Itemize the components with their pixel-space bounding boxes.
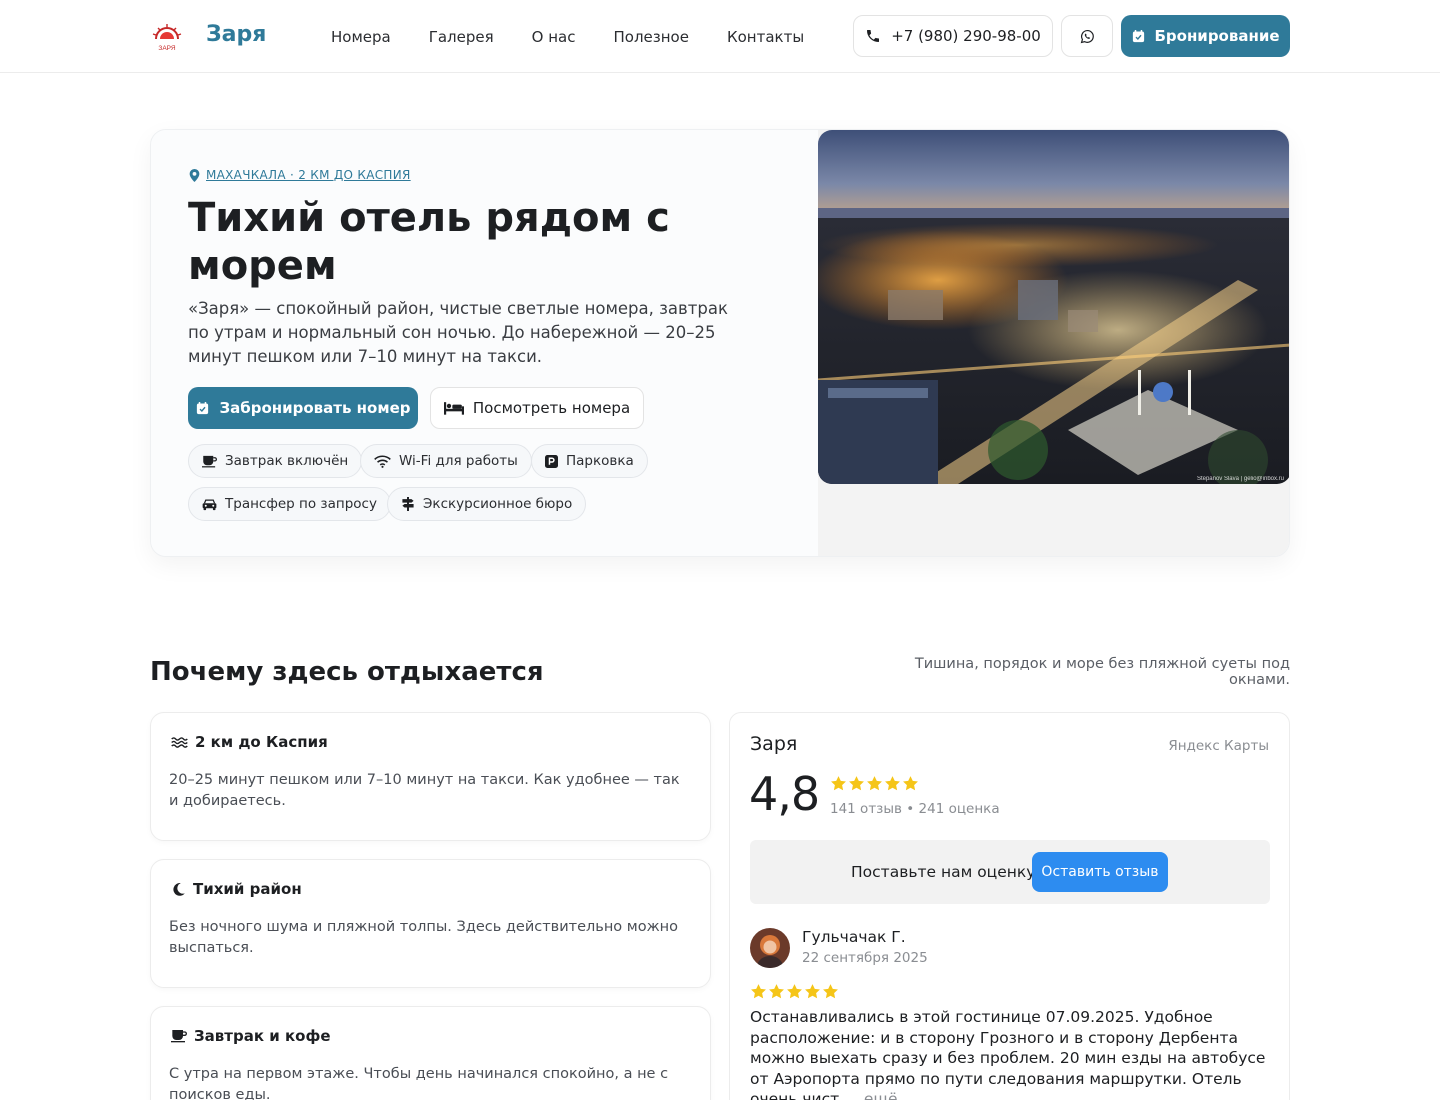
calendar-check-icon bbox=[197, 401, 209, 414]
nav-item-useful[interactable]: Полезное bbox=[613, 28, 688, 46]
chip-label: Завтрак включён bbox=[225, 453, 349, 469]
chip-excursions: Экскурсионное бюро bbox=[387, 487, 587, 521]
feature-card-quiet: Тихий район Без ночного шума и пляжной т… bbox=[150, 859, 711, 988]
svg-text:Stepanov Slava | gelio@inbox.r: Stepanov Slava | gelio@inbox.ru bbox=[1197, 476, 1284, 482]
reviewer-name[interactable]: Гульчачак Г. bbox=[802, 928, 906, 946]
feature-text: С утра на первом этаже. Чтобы день начин… bbox=[169, 1066, 669, 1100]
feature-title: 2 км до Каспия bbox=[195, 733, 328, 751]
feature-heading: Тихий район bbox=[171, 880, 302, 898]
star-icon bbox=[823, 984, 838, 999]
rate-us-panel: Поставьте нам оценку Оставить отзыв bbox=[750, 840, 1270, 904]
hero-title: Тихий отель рядом с морем bbox=[188, 195, 670, 289]
booking-button-label: Бронирование bbox=[1154, 27, 1280, 45]
review-text: Останавливались в этой гостинице 07.09.2… bbox=[750, 1007, 1275, 1100]
bed-icon bbox=[443, 402, 464, 415]
widget-source-link[interactable]: Яндекс Карты bbox=[1168, 738, 1269, 754]
chip-wifi: Wi-Fi для работы bbox=[360, 444, 532, 478]
star-icon bbox=[769, 984, 784, 999]
chip-label: Экскурсионное бюро bbox=[423, 496, 573, 512]
chip-breakfast: Завтрак включён bbox=[188, 444, 363, 478]
nav-item-gallery[interactable]: Галерея bbox=[429, 28, 494, 46]
booking-button[interactable]: Бронирование bbox=[1121, 15, 1290, 57]
svg-text:ЗАРЯ: ЗАРЯ bbox=[158, 45, 175, 52]
review-date: 22 сентября 2025 bbox=[802, 950, 928, 966]
site-header: ЗАРЯ Заря Номера Галерея О нас Полезное … bbox=[0, 0, 1440, 73]
nav-item-contacts[interactable]: Контакты bbox=[727, 28, 804, 46]
feature-text: Без ночного шума и пляжной толпы. Здесь … bbox=[169, 919, 679, 956]
feature-card-sea: 2 км до Каспия 20–25 минут пешком или 7–… bbox=[150, 712, 711, 841]
star-icon bbox=[885, 776, 900, 791]
feature-title: Завтрак и кофе bbox=[194, 1027, 331, 1045]
location-link[interactable]: МАХАЧКАЛА · 2 КМ ДО КАСПИЯ bbox=[189, 168, 411, 182]
rating-stars bbox=[830, 775, 919, 792]
yandex-review-widget: Заря Яндекс Карты 4,8 141 отзыв • 241 оц… bbox=[729, 712, 1290, 1100]
rating-counts: 141 отзыв • 241 оценка bbox=[830, 801, 1000, 817]
section-title: Почему здесь отдыхается bbox=[150, 657, 544, 687]
chip-label: Трансфер по запросу bbox=[225, 496, 377, 512]
phone-button[interactable]: +7 (980) 290-98-00 bbox=[853, 15, 1053, 57]
feature-card-breakfast: Завтрак и кофе С утра на первом этаже. Ч… bbox=[150, 1006, 711, 1100]
star-icon bbox=[805, 984, 820, 999]
reviewer-avatar[interactable] bbox=[750, 928, 790, 968]
moon-icon bbox=[173, 882, 185, 896]
waves-icon bbox=[171, 736, 188, 748]
hero-description: «Заря» — спокойный район, чистые светлые… bbox=[188, 299, 728, 366]
rating-score: 4,8 bbox=[749, 767, 820, 821]
nav-item-rooms[interactable]: Номера bbox=[331, 28, 391, 46]
feature-title: Тихий район bbox=[193, 880, 302, 898]
whatsapp-icon bbox=[1080, 29, 1094, 43]
map-pin-icon bbox=[189, 168, 200, 182]
review-ellipsis: ... bbox=[844, 1090, 859, 1100]
sunrise-logo-icon[interactable]: ЗАРЯ bbox=[150, 22, 184, 52]
review-body: Останавливались в этой гостинице 07.09.2… bbox=[750, 1008, 1266, 1100]
city-night-photo: Stepanov Slava | gelio@inbox.ru bbox=[818, 130, 1289, 484]
star-icon bbox=[867, 776, 882, 791]
view-rooms-label: Посмотреть номера bbox=[472, 399, 631, 417]
coffee-cup-icon bbox=[202, 455, 217, 467]
phone-number: +7 (980) 290-98-00 bbox=[891, 27, 1041, 45]
view-rooms-button[interactable]: Посмотреть номера bbox=[430, 387, 644, 429]
feature-heading: Завтрак и кофе bbox=[171, 1027, 331, 1045]
review-stars bbox=[750, 983, 839, 1000]
location-label: МАХАЧКАЛА · 2 КМ ДО КАСПИЯ bbox=[206, 168, 411, 182]
chip-label: Wi-Fi для работы bbox=[399, 453, 518, 469]
hero-image-panel: Stepanov Slava | gelio@inbox.ru bbox=[818, 130, 1289, 556]
whatsapp-button[interactable] bbox=[1061, 15, 1113, 57]
hero-card: МАХАЧКАЛА · 2 КМ ДО КАСПИЯ Тихий отель р… bbox=[150, 129, 1290, 557]
calendar-check-icon bbox=[1133, 29, 1145, 42]
star-icon bbox=[849, 776, 864, 791]
brand-name[interactable]: Заря bbox=[206, 22, 266, 47]
star-icon bbox=[903, 776, 918, 791]
read-more-link[interactable]: ещё bbox=[864, 1090, 898, 1100]
coffee-cup-icon bbox=[171, 1030, 187, 1043]
feature-heading: 2 км до Каспия bbox=[171, 733, 328, 751]
nav-item-about[interactable]: О нас bbox=[532, 28, 576, 46]
widget-hotel-name[interactable]: Заря bbox=[750, 733, 797, 755]
star-icon bbox=[831, 776, 846, 791]
feature-text: 20–25 минут пешком или 7–10 минут на так… bbox=[169, 772, 680, 809]
chip-label: Парковка bbox=[566, 453, 634, 469]
phone-icon bbox=[867, 30, 880, 42]
hero-text-panel: МАХАЧКАЛА · 2 КМ ДО КАСПИЯ Тихий отель р… bbox=[151, 130, 818, 556]
rate-us-text: Поставьте нам оценку bbox=[851, 863, 1036, 881]
signpost-icon bbox=[402, 497, 414, 511]
leave-review-button[interactable]: Оставить отзыв bbox=[1032, 852, 1168, 892]
parking-icon bbox=[545, 454, 558, 468]
book-room-label: Забронировать номер bbox=[219, 399, 411, 417]
chip-transfer: Трансфер по запросу bbox=[188, 487, 391, 521]
star-icon bbox=[787, 984, 802, 999]
wifi-icon bbox=[374, 455, 391, 468]
car-icon bbox=[202, 499, 217, 510]
book-room-button[interactable]: Забронировать номер bbox=[188, 387, 418, 429]
main-nav: Номера Галерея О нас Полезное Контакты bbox=[331, 28, 842, 46]
section-subtitle: Тишина, порядок и море без пляжной суеты… bbox=[914, 656, 1290, 688]
star-icon bbox=[751, 984, 766, 999]
chip-parking: Парковка bbox=[531, 444, 648, 478]
